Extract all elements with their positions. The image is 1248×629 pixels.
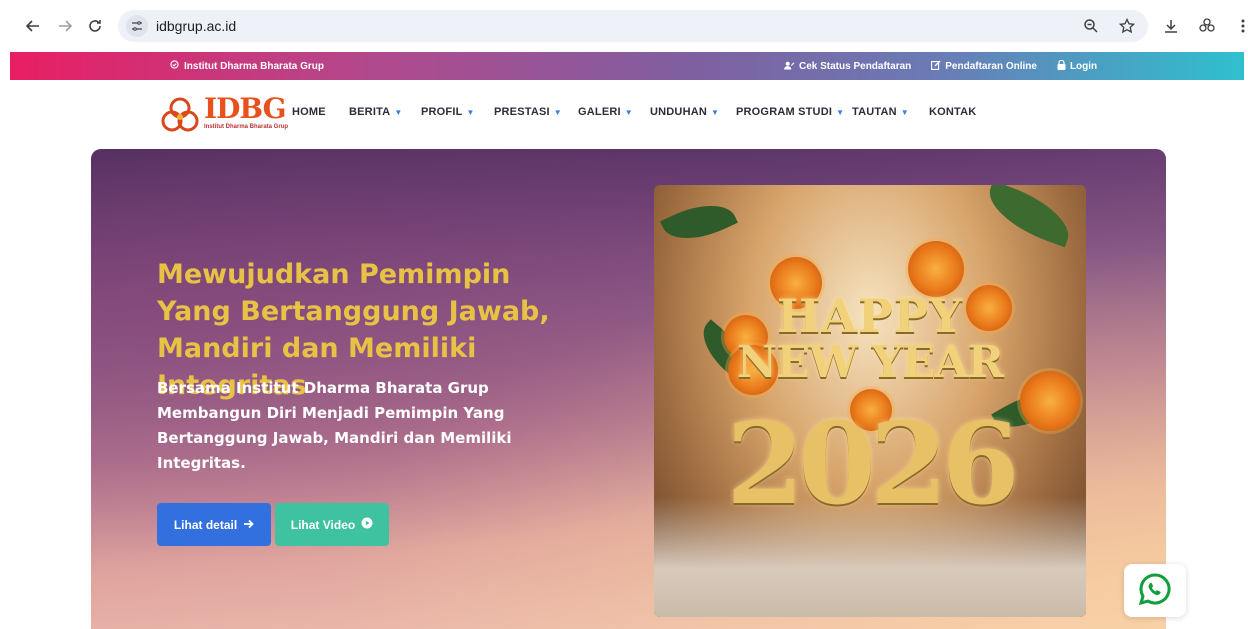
logo-emblem-icon	[161, 97, 199, 132]
lihat-video-label: Lihat Video	[290, 517, 356, 532]
chevron-down-icon: ▼	[624, 107, 633, 117]
cek-status-label: Cek Status Pendaftaran	[799, 61, 912, 72]
lihat-detail-label: Lihat detail	[173, 517, 238, 532]
site-logo[interactable]: IDBG Institut Dharma Bharata Grup	[158, 95, 288, 135]
leaf-decoration	[660, 191, 738, 253]
nav-item-tautan[interactable]: TAUTAN ▼	[852, 106, 929, 118]
promo-new-year-text: NEW YEAR	[736, 337, 1004, 388]
play-circle-icon	[361, 517, 373, 532]
zoom-icon[interactable]	[1080, 15, 1102, 37]
menu-dots-icon[interactable]	[1232, 15, 1248, 37]
nav-item-label: UNDUHAN	[650, 106, 708, 118]
cek-status-link[interactable]: Cek Status Pendaftaran	[784, 60, 911, 73]
leaf-decoration	[980, 185, 1078, 248]
nav-item-galeri[interactable]: GALERI ▼	[578, 106, 650, 118]
nav-item-label: TAUTAN	[852, 106, 897, 118]
logo-subtitle: Institut Dharma Bharata Grup	[204, 124, 289, 130]
pendaftaran-online-label: Pendaftaran Online	[945, 61, 1037, 72]
lihat-detail-button[interactable]: Lihat detail	[157, 503, 271, 546]
whatsapp-icon	[1138, 572, 1172, 610]
extension-icon[interactable]	[1196, 15, 1218, 37]
nav-item-program-studi[interactable]: PROGRAM STUDI ▼	[736, 106, 852, 118]
nav-item-label: PRESTASI	[494, 106, 550, 118]
forward-icon[interactable]	[54, 15, 76, 37]
promo-year-number: 2026	[726, 399, 1020, 530]
institute-tag: Institut Dharma Bharata Grup	[170, 60, 324, 72]
nav-item-prestasi[interactable]: PRESTASI ▼	[494, 106, 578, 118]
nav-item-berita[interactable]: BERITA ▼	[349, 106, 421, 118]
promo-happy-text: HAPPY	[776, 289, 964, 343]
chevron-down-icon: ▼	[394, 107, 403, 117]
edit-icon	[931, 60, 941, 73]
nav-item-label: PROFIL	[421, 106, 463, 118]
new-year-promo-image: HAPPY NEW YEAR 2026	[654, 185, 1086, 617]
nav-item-label: HOME	[292, 106, 326, 118]
main-nav: HOME BERITA ▼ PROFIL ▼ PRESTASI ▼ GALERI ▼ U…	[292, 106, 989, 118]
nav-item-label: GALERI	[578, 106, 621, 118]
chevron-down-icon: ▼	[900, 107, 909, 117]
site-settings-icon[interactable]	[126, 15, 148, 37]
logo-title: IDBG	[204, 92, 286, 125]
institute-name: Institut Dharma Bharata Grup	[184, 60, 325, 72]
pendaftaran-online-link[interactable]: Pendaftaran Online	[931, 60, 1037, 73]
download-icon[interactable]	[1160, 15, 1182, 37]
browser-toolbar: idbgrup.ac.id	[0, 0, 1248, 52]
hero-banner: Mewujudkan Pemimpin Yang Bertanggung Jaw…	[91, 149, 1166, 629]
lock-icon	[1057, 59, 1066, 73]
reload-icon[interactable]	[84, 15, 106, 37]
site-header: IDBG Institut Dharma Bharata Grup HOME B…	[0, 80, 1248, 146]
arrow-right-icon	[243, 518, 254, 532]
nav-item-home[interactable]: HOME	[292, 106, 349, 118]
chevron-down-icon: ▼	[836, 107, 845, 117]
check-circle-icon	[170, 60, 179, 72]
lihat-video-button[interactable]: Lihat Video	[275, 503, 389, 546]
url-text: idbgrup.ac.id	[156, 18, 237, 34]
nav-item-label: BERITA	[349, 106, 391, 118]
hero-description: Bersama Institut Dharma Bharata Grup Mem…	[157, 379, 512, 472]
top-info-bar: Institut Dharma Bharata Grup Cek Status …	[10, 52, 1244, 80]
nav-item-label: PROGRAM STUDI	[736, 106, 833, 118]
user-check-icon	[784, 61, 795, 73]
nav-item-unduhan[interactable]: UNDUHAN ▼	[650, 106, 736, 118]
back-icon[interactable]	[22, 15, 44, 37]
chevron-down-icon: ▼	[711, 107, 720, 117]
login-link[interactable]: Login	[1057, 59, 1098, 73]
nav-item-label: KONTAK	[929, 106, 977, 118]
whatsapp-button[interactable]	[1124, 564, 1186, 617]
nav-item-profil[interactable]: PROFIL ▼	[421, 106, 494, 118]
chevron-down-icon: ▼	[553, 107, 562, 117]
nav-item-kontak[interactable]: KONTAK	[929, 106, 989, 118]
chevron-down-icon: ▼	[466, 107, 475, 117]
bookmark-star-icon[interactable]	[1116, 15, 1138, 37]
address-bar[interactable]: idbgrup.ac.id	[118, 10, 1148, 42]
login-label: Login	[1069, 61, 1098, 72]
